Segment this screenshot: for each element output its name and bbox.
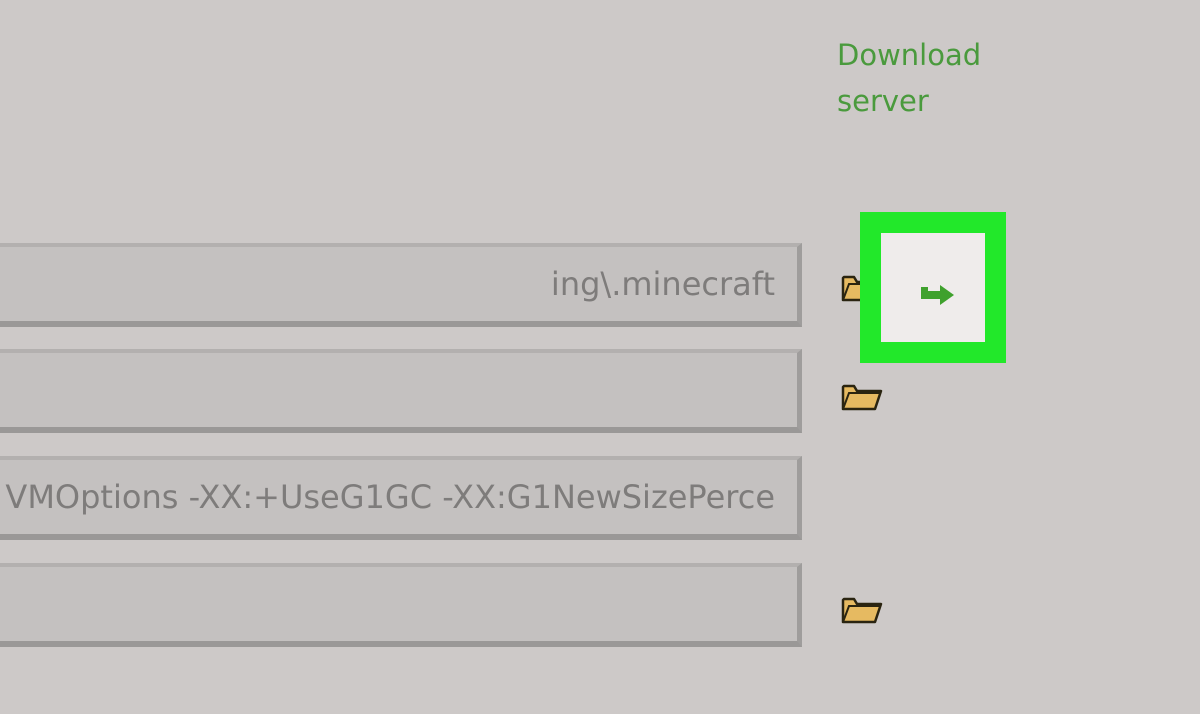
jvm-arguments-field[interactable]: VMOptions -XX:+UseG1GC -XX:G1NewSizePerc… — [0, 456, 802, 540]
game-directory-field[interactable]: ing\.minecraft — [0, 243, 802, 327]
game-directory-value: ing\.minecraft — [550, 265, 775, 303]
download-server-link[interactable]: Download server — [837, 32, 1037, 124]
java-executable-field[interactable] — [0, 349, 802, 433]
resolution-field[interactable] — [0, 563, 802, 647]
folder-icon[interactable] — [841, 594, 883, 624]
open-directory-button[interactable] — [860, 212, 1006, 363]
folder-icon[interactable] — [841, 381, 883, 411]
jvm-arguments-value: VMOptions -XX:+UseG1GC -XX:G1NewSizePerc… — [5, 478, 775, 516]
arrow-right-icon — [921, 285, 954, 305]
